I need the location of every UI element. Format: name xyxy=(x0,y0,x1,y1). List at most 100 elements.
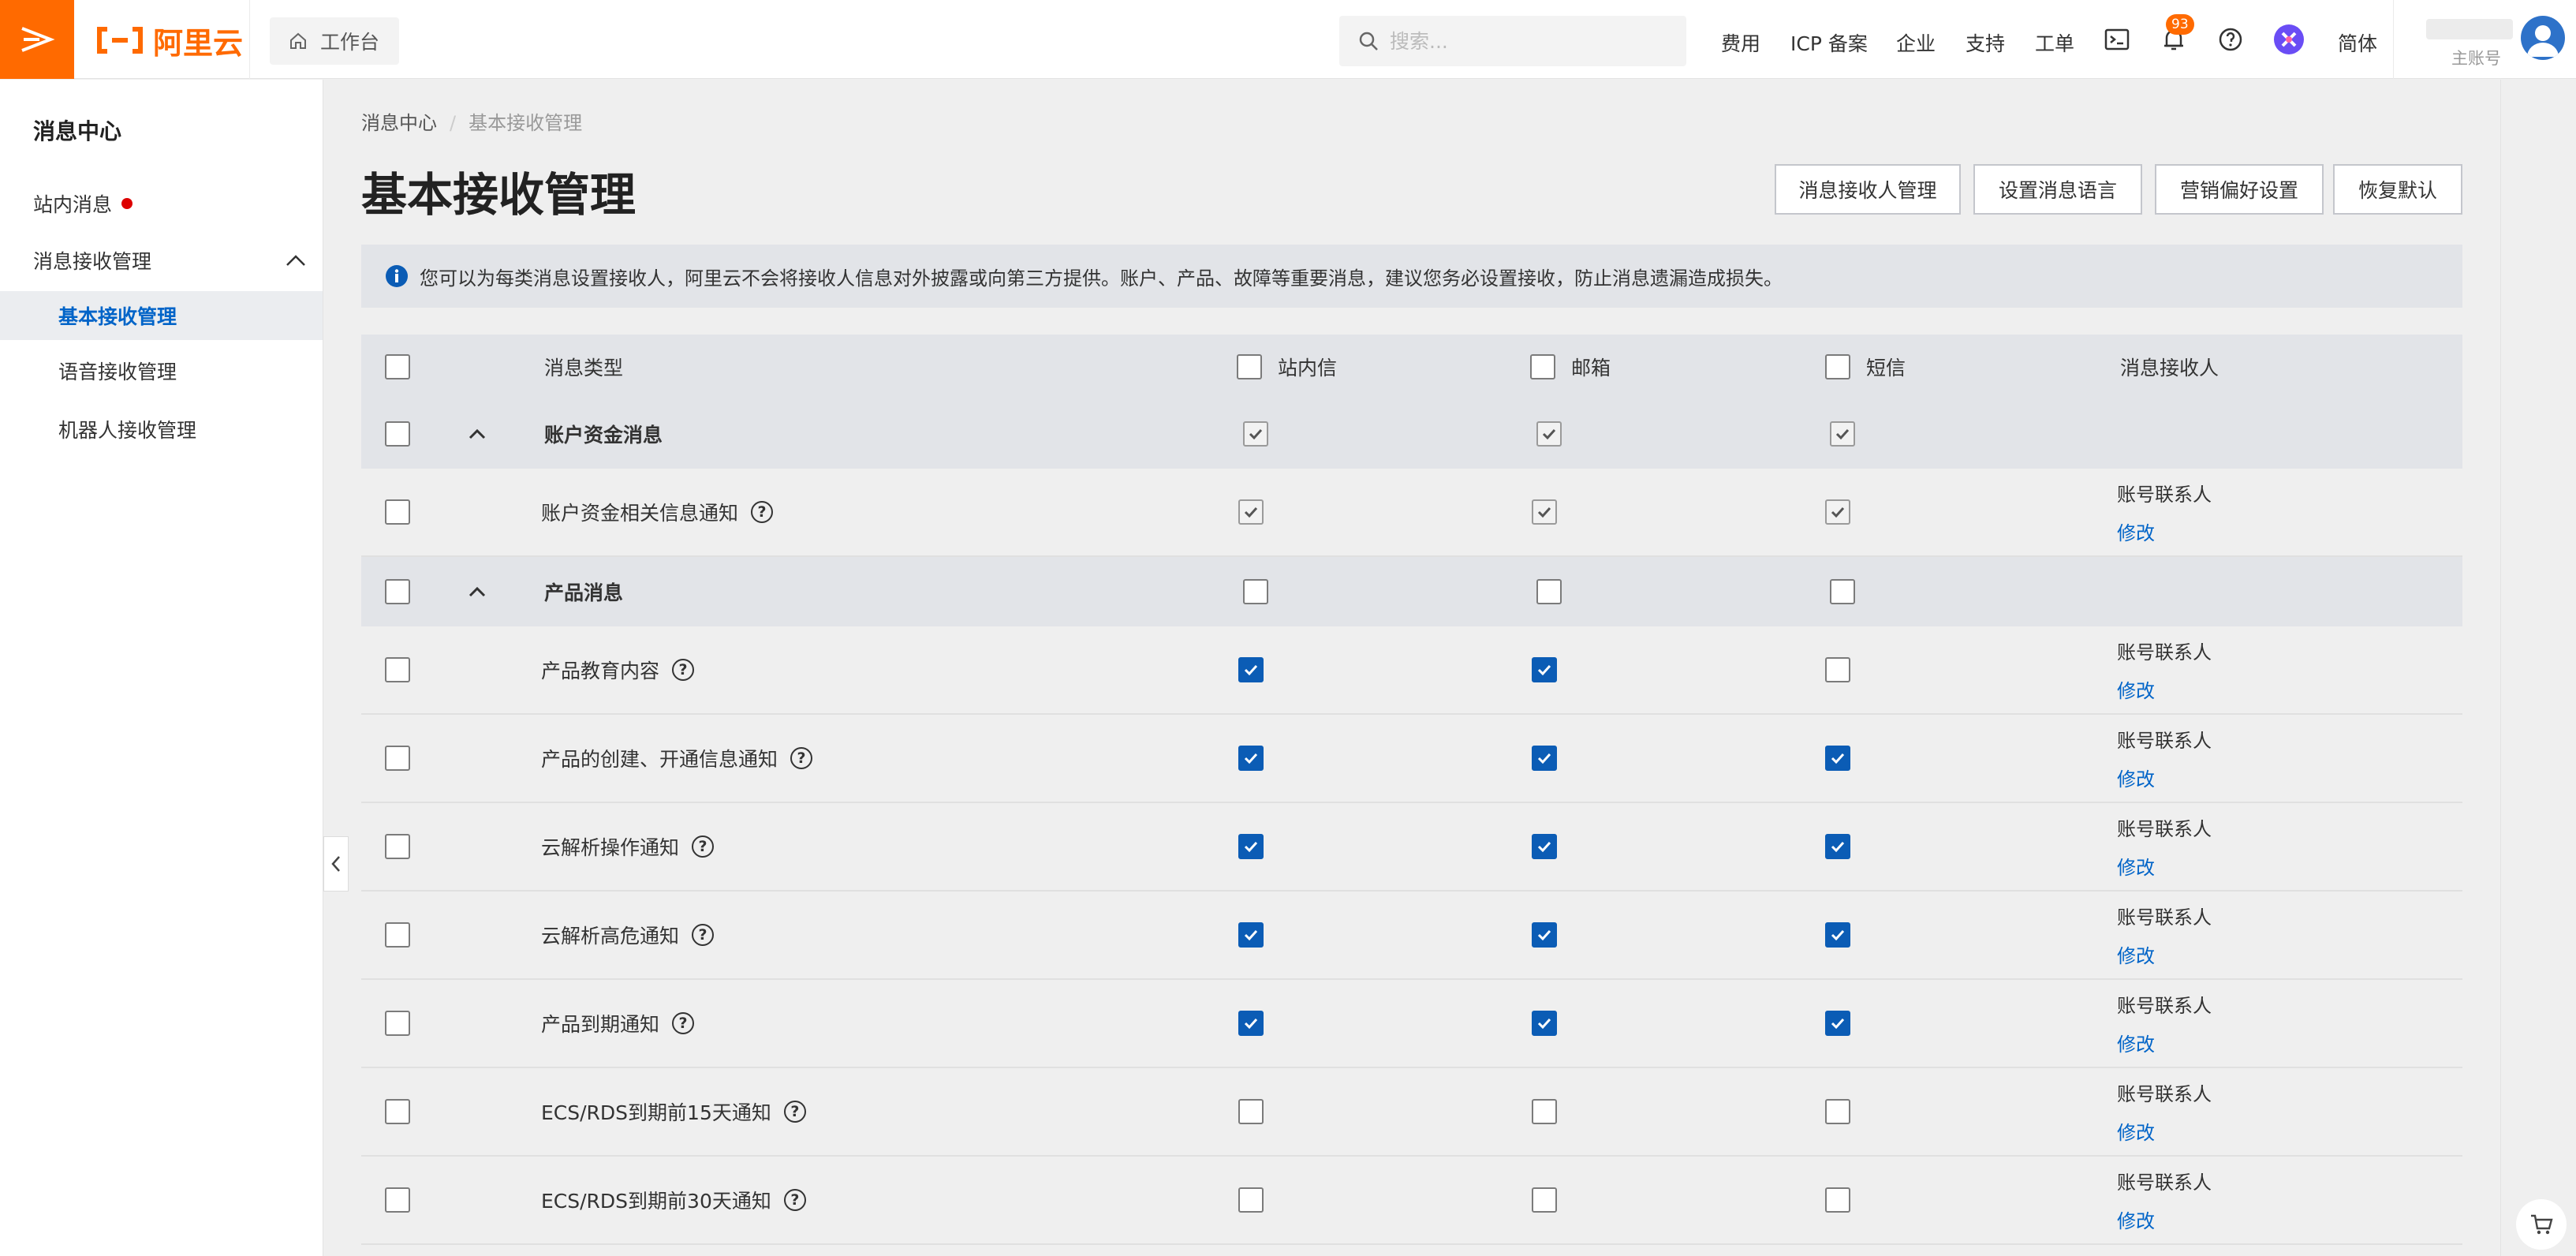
row-select-checkbox[interactable] xyxy=(385,1187,410,1213)
sidebar-item-robot-receive[interactable]: 机器人接收管理 xyxy=(0,405,323,454)
sidebar-item-voice-receive[interactable]: 语音接收管理 xyxy=(0,346,323,395)
nav-ticket[interactable]: 工单 xyxy=(2035,28,2074,57)
site-channel-checkbox[interactable] xyxy=(1238,1011,1264,1036)
row-select-checkbox[interactable] xyxy=(385,746,410,771)
modify-receiver-link[interactable]: 修改 xyxy=(2117,1029,2155,1056)
mail-channel-checkbox[interactable] xyxy=(1532,657,1557,682)
select-all-site-checkbox[interactable] xyxy=(1237,354,1262,379)
sidebar-item-label: 消息接收管理 xyxy=(33,250,152,273)
sms-channel-checkbox[interactable] xyxy=(1825,657,1850,682)
sms-channel-checkbox[interactable] xyxy=(1825,1099,1850,1124)
site-channel-checkbox[interactable] xyxy=(1238,1099,1264,1124)
row-select-checkbox[interactable] xyxy=(385,421,410,447)
account-type-label: 主账号 xyxy=(2451,49,2501,68)
aliyun-logo[interactable]: 阿里云 xyxy=(96,24,243,61)
row-select-checkbox[interactable] xyxy=(385,1011,410,1036)
sms-channel-checkbox[interactable] xyxy=(1825,746,1850,771)
sms-channel-checkbox[interactable] xyxy=(1825,1011,1850,1036)
restore-default-button[interactable]: 恢复默认 xyxy=(2333,164,2462,215)
sms-channel-checkbox[interactable] xyxy=(1825,1187,1850,1213)
row-select-checkbox[interactable] xyxy=(385,1099,410,1124)
sms-channel-checkbox[interactable] xyxy=(1825,834,1850,859)
chevron-up-icon[interactable] xyxy=(469,586,486,597)
modify-receiver-link[interactable]: 修改 xyxy=(2117,518,2155,545)
terminal-icon[interactable] xyxy=(2101,24,2133,55)
site-channel-checkbox[interactable] xyxy=(1243,579,1268,604)
sms-channel-checkbox xyxy=(1830,421,1855,447)
row-select-checkbox[interactable] xyxy=(385,922,410,948)
site-channel-checkbox[interactable] xyxy=(1238,746,1264,771)
mail-channel-checkbox[interactable] xyxy=(1536,579,1562,604)
help-circle-icon[interactable]: ? xyxy=(751,501,774,523)
table-row: 云解析高危通知? 账号联系人修改 xyxy=(361,892,2462,980)
modify-receiver-link[interactable]: 修改 xyxy=(2117,675,2155,703)
select-all-sms-checkbox[interactable] xyxy=(1825,354,1850,379)
search-box[interactable] xyxy=(1339,16,1686,66)
modify-receiver-link[interactable]: 修改 xyxy=(2117,764,2155,791)
cart-button[interactable] xyxy=(2516,1199,2567,1250)
site-channel-checkbox[interactable] xyxy=(1238,922,1264,948)
ai-assistant-icon[interactable] xyxy=(2273,24,2305,55)
help-icon[interactable] xyxy=(2215,24,2246,55)
row-select-checkbox[interactable] xyxy=(385,657,410,682)
sms-channel-checkbox[interactable] xyxy=(1830,579,1855,604)
nav-enterprise[interactable]: 企业 xyxy=(1896,28,1936,57)
modify-receiver-link[interactable]: 修改 xyxy=(2117,1206,2155,1233)
receiver-management-button[interactable]: 消息接收人管理 xyxy=(1775,164,1961,215)
sidebar-item-receive-management[interactable]: 消息接收管理 xyxy=(0,236,323,285)
modify-receiver-link[interactable]: 修改 xyxy=(2117,852,2155,880)
help-circle-icon[interactable]: ? xyxy=(672,1012,695,1034)
info-notice: 您可以为每类消息设置接收人，阿里云不会将接收人信息对外披露或向第三方提供。账户、… xyxy=(361,245,2462,308)
mail-channel-checkbox[interactable] xyxy=(1532,746,1557,771)
site-channel-checkbox[interactable] xyxy=(1238,834,1264,859)
mail-channel-checkbox[interactable] xyxy=(1532,1011,1557,1036)
breadcrumb-home[interactable]: 消息中心 xyxy=(361,112,437,134)
message-language-button[interactable]: 设置消息语言 xyxy=(1973,164,2142,215)
help-circle-icon[interactable]: ? xyxy=(672,659,695,681)
chevron-up-icon[interactable] xyxy=(469,428,486,439)
row-select-checkbox[interactable] xyxy=(385,579,410,604)
workbench-label: 工作台 xyxy=(320,31,380,54)
account-name-redacted[interactable] xyxy=(2426,19,2513,39)
mail-channel-checkbox[interactable] xyxy=(1532,834,1557,859)
help-circle-icon[interactable]: ? xyxy=(783,1101,806,1123)
page-title: 基本接收管理 xyxy=(361,168,637,222)
mail-channel-checkbox[interactable] xyxy=(1532,922,1557,948)
message-type-name: 产品教育内容 xyxy=(541,660,660,682)
modify-receiver-link[interactable]: 修改 xyxy=(2117,940,2155,968)
site-channel-checkbox[interactable] xyxy=(1238,657,1264,682)
nav-support[interactable]: 支持 xyxy=(1966,28,2005,57)
modify-receiver-link[interactable]: 修改 xyxy=(2117,1117,2155,1145)
help-circle-icon[interactable]: ? xyxy=(692,924,715,946)
mail-channel-checkbox[interactable] xyxy=(1532,1187,1557,1213)
message-type-name: 账户资金消息 xyxy=(544,424,663,447)
site-channel-checkbox xyxy=(1238,499,1264,525)
receiver-name: 账号联系人 xyxy=(2117,906,2212,929)
marketing-preference-button[interactable]: 营销偏好设置 xyxy=(2155,164,2324,215)
mail-channel-checkbox[interactable] xyxy=(1532,1099,1557,1124)
nav-icp[interactable]: ICP 备案 xyxy=(1790,28,1868,57)
language-switch[interactable]: 简体 xyxy=(2338,28,2377,57)
sidebar-item-basic-receive[interactable]: 基本接收管理 xyxy=(0,291,323,340)
row-select-checkbox[interactable] xyxy=(385,499,410,525)
chevron-left-icon xyxy=(331,856,340,872)
sidebar-item-site-messages[interactable]: 站内消息 xyxy=(0,179,323,228)
receiver-name: 账号联系人 xyxy=(2117,1172,2212,1194)
message-type-name: 云解析高危通知 xyxy=(541,925,680,948)
select-all-mail-checkbox[interactable] xyxy=(1530,354,1555,379)
avatar[interactable] xyxy=(2521,16,2565,60)
search-input[interactable] xyxy=(1390,29,1674,53)
help-circle-icon[interactable]: ? xyxy=(692,835,715,858)
row-select-checkbox[interactable] xyxy=(385,834,410,859)
site-channel-checkbox[interactable] xyxy=(1238,1187,1264,1213)
unread-dot xyxy=(121,198,133,209)
nav-billing[interactable]: 费用 xyxy=(1721,28,1760,57)
menu-toggle-button[interactable] xyxy=(0,0,74,79)
workbench-button[interactable]: 工作台 xyxy=(270,17,399,65)
help-circle-icon[interactable]: ? xyxy=(783,1189,806,1211)
sidebar-collapse-button[interactable] xyxy=(323,836,349,892)
breadcrumb-separator: / xyxy=(450,112,457,134)
help-circle-icon[interactable]: ? xyxy=(790,747,813,769)
select-all-checkbox[interactable] xyxy=(385,354,410,379)
sms-channel-checkbox[interactable] xyxy=(1825,922,1850,948)
